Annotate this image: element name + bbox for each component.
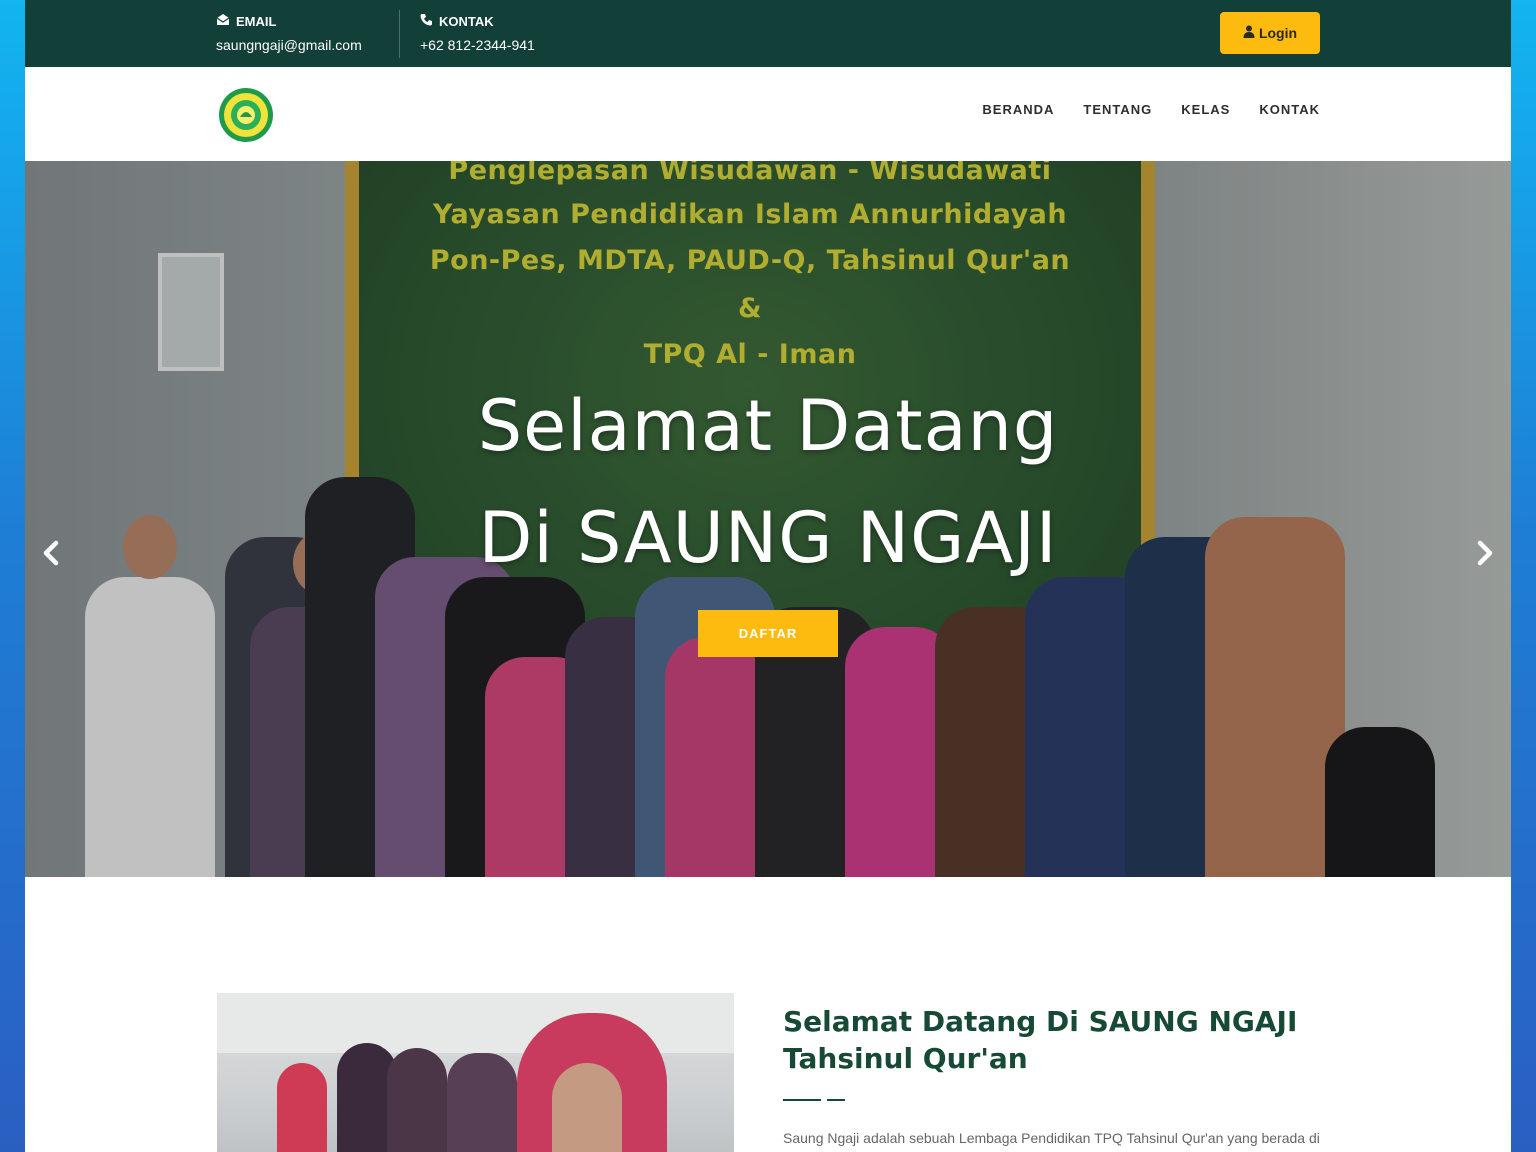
phone-icon bbox=[420, 13, 433, 29]
hero-carousel: Penglepasan Wisudawan - Wisudawati Yayas… bbox=[25, 161, 1511, 877]
contact-label-row: KONTAK bbox=[420, 12, 535, 30]
hero-title-line1: Selamat Datang bbox=[477, 385, 1059, 467]
about-title: Selamat Datang Di SAUNG NGAJI Tahsinul Q… bbox=[783, 1003, 1323, 1077]
navbar: BERANDA TENTANG KELAS KONTAK bbox=[25, 67, 1511, 161]
nav-item-kelas[interactable]: KELAS bbox=[1181, 102, 1230, 117]
nav-item-beranda[interactable]: BERANDA bbox=[982, 102, 1054, 117]
login-button[interactable]: Login bbox=[1220, 12, 1320, 54]
page: EMAIL saungngaji@gmail.com KONTAK +62 81… bbox=[25, 0, 1511, 1152]
main-nav: BERANDA TENTANG KELAS KONTAK bbox=[982, 102, 1320, 117]
contact-value[interactable]: +62 812-2344-941 bbox=[420, 37, 535, 53]
site-logo[interactable] bbox=[218, 87, 274, 143]
about-title-line1: Selamat Datang Di SAUNG NGAJI bbox=[783, 1005, 1298, 1038]
email-label-row: EMAIL bbox=[216, 12, 362, 30]
about-title-line2: Tahsinul Qur'an bbox=[783, 1042, 1028, 1075]
carousel-prev-button[interactable] bbox=[35, 537, 65, 573]
daftar-button[interactable]: DAFTAR bbox=[698, 610, 838, 657]
user-icon bbox=[1243, 25, 1255, 41]
contact-label: KONTAK bbox=[439, 13, 494, 29]
envelope-open-icon bbox=[216, 13, 230, 29]
nav-item-kontak[interactable]: KONTAK bbox=[1259, 102, 1320, 117]
email-label: EMAIL bbox=[236, 13, 277, 29]
about-divider-short bbox=[827, 1099, 845, 1101]
email-value[interactable]: saungngaji@gmail.com bbox=[216, 37, 362, 53]
about-divider bbox=[783, 1099, 821, 1101]
topbar: EMAIL saungngaji@gmail.com KONTAK +62 81… bbox=[25, 0, 1511, 67]
about-text: Saung Ngaji adalah sebuah Lembaga Pendid… bbox=[783, 1130, 1320, 1146]
nav-item-tentang[interactable]: TENTANG bbox=[1083, 102, 1152, 117]
chevron-right-icon bbox=[1477, 540, 1495, 571]
carousel-next-button[interactable] bbox=[1471, 537, 1501, 573]
login-label: Login bbox=[1258, 25, 1298, 41]
hero-title-line2: Di SAUNG NGAJI bbox=[478, 497, 1058, 579]
topbar-divider bbox=[399, 10, 400, 58]
contact-block: KONTAK +62 812-2344-941 bbox=[420, 12, 535, 54]
email-block: EMAIL saungngaji@gmail.com bbox=[216, 12, 362, 54]
about-image bbox=[217, 993, 734, 1152]
chevron-left-icon bbox=[41, 540, 59, 571]
